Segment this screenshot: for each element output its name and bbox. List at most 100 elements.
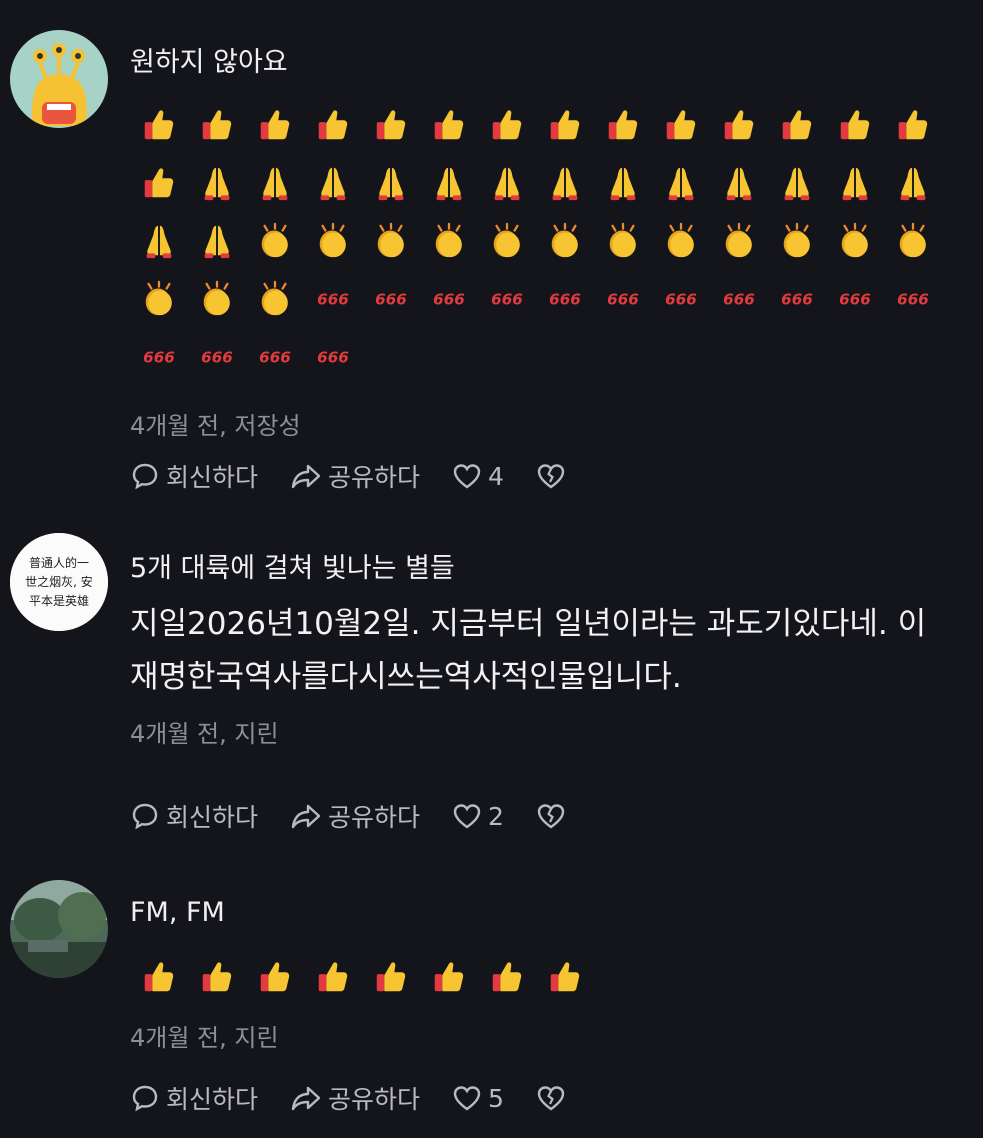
emoji-content: 666 666 666 666 666 666 666 666 666 666 666 666 666 6… xyxy=(130,96,973,386)
clap-emoji-icon xyxy=(246,270,304,328)
pray-emoji-icon xyxy=(188,154,246,212)
comment-meta: 4개월 전, 지린 xyxy=(130,1024,279,1052)
broken-heart-icon xyxy=(537,804,565,829)
share-arrow-icon xyxy=(291,804,321,829)
thumbs-emoji-icon xyxy=(246,948,304,1006)
svg-text:666: 666 xyxy=(317,291,349,309)
pray-emoji-icon xyxy=(304,154,362,212)
666-emoji-icon: 666 xyxy=(420,270,478,328)
pray-emoji-icon xyxy=(420,154,478,212)
avatar[interactable]: 普通人的一 世之烟灰, 安 平本是英雄 xyxy=(10,533,108,631)
pray-emoji-icon xyxy=(478,154,536,212)
dislike-button[interactable] xyxy=(536,1084,572,1112)
comment-text-line: 재명한국역사를다시쓰는역사적인물입니다. xyxy=(130,659,682,695)
thumbs-emoji-icon xyxy=(188,948,246,1006)
svg-text:666: 666 xyxy=(201,349,233,367)
like-button[interactable]: 4 xyxy=(452,462,504,491)
thumbs-emoji-icon xyxy=(710,96,768,154)
avatar-text-line: 世之烟灰, 安 xyxy=(25,574,93,589)
username[interactable]: 원하지 않아요 xyxy=(130,46,973,80)
username[interactable]: FM, FM xyxy=(130,896,973,930)
svg-text:666: 666 xyxy=(491,291,523,309)
thumbs-emoji-icon xyxy=(304,96,362,154)
666-emoji-icon: 666 xyxy=(710,270,768,328)
heart-icon xyxy=(453,464,481,489)
thumbs-emoji-icon xyxy=(884,96,942,154)
svg-text:666: 666 xyxy=(433,291,465,309)
clap-emoji-icon xyxy=(246,212,304,270)
clap-emoji-icon xyxy=(594,212,652,270)
share-button[interactable]: 공유하다 xyxy=(290,458,420,494)
pray-emoji-icon xyxy=(826,154,884,212)
like-button[interactable]: 5 xyxy=(452,1084,504,1113)
thumbs-emoji-icon xyxy=(768,96,826,154)
like-count: 4 xyxy=(488,461,504,491)
thumbs-emoji-icon xyxy=(478,948,536,1006)
666-emoji-icon: 666 xyxy=(304,328,362,386)
thumbs-emoji-icon xyxy=(652,96,710,154)
thumbs-emoji-icon xyxy=(188,96,246,154)
clap-emoji-icon xyxy=(478,212,536,270)
heart-icon xyxy=(453,1086,481,1111)
comment-actions: 회신하다 공유하다 5 xyxy=(130,1078,604,1118)
666-emoji-icon: 666 xyxy=(478,270,536,328)
pray-emoji-icon xyxy=(188,212,246,270)
clap-emoji-icon xyxy=(826,212,884,270)
pray-emoji-icon xyxy=(652,154,710,212)
username[interactable]: 5개 대륙에 걸쳐 빛나는 별들 xyxy=(130,552,973,586)
reply-button[interactable]: 회신하다 xyxy=(130,1080,258,1116)
thumbs-emoji-icon xyxy=(130,154,188,212)
emoji-content xyxy=(130,948,973,1006)
svg-text:666: 666 xyxy=(607,291,639,309)
thumbs-emoji-icon xyxy=(304,948,362,1006)
reply-bubble-icon xyxy=(132,1085,158,1112)
monster-avatar-icon xyxy=(10,30,108,128)
thumbs-emoji-icon xyxy=(246,96,304,154)
666-emoji-icon: 666 xyxy=(594,270,652,328)
like-count: 5 xyxy=(488,1083,504,1113)
reply-button[interactable]: 회신하다 xyxy=(130,458,258,494)
svg-text:666: 666 xyxy=(317,349,349,367)
pray-emoji-icon xyxy=(884,154,942,212)
comment-meta: 4개월 전, 지린 xyxy=(130,720,279,748)
share-button[interactable]: 공유하다 xyxy=(290,1080,420,1116)
comment-actions: 회신하다 공유하다 4 xyxy=(130,456,604,496)
thumbs-emoji-icon xyxy=(420,96,478,154)
share-arrow-icon xyxy=(291,464,321,489)
avatar[interactable] xyxy=(10,880,108,978)
comment-actions: 회신하다 공유하다 2 xyxy=(130,796,604,836)
like-count: 2 xyxy=(488,801,504,831)
comment-text-line: 지일2026년10월2일. 지금부터 일년이라는 과도기있다네. 이 xyxy=(130,606,927,642)
share-button[interactable]: 공유하다 xyxy=(290,798,420,834)
avatar-text-line: 平本是英雄 xyxy=(29,593,89,608)
pray-emoji-icon xyxy=(246,154,304,212)
thumbs-emoji-icon xyxy=(478,96,536,154)
svg-text:666: 666 xyxy=(259,349,291,367)
reply-bubble-icon xyxy=(132,463,158,490)
dislike-button[interactable] xyxy=(536,802,572,830)
avatar[interactable] xyxy=(10,30,108,128)
thumbs-emoji-icon xyxy=(826,96,884,154)
pray-emoji-icon xyxy=(536,154,594,212)
clap-emoji-icon xyxy=(362,212,420,270)
dislike-button[interactable] xyxy=(536,462,572,490)
reply-label: 회신하다 xyxy=(166,463,259,492)
clap-emoji-icon xyxy=(884,212,942,270)
avatar-text-line: 普通人的一 xyxy=(29,555,89,570)
thumbs-emoji-icon xyxy=(130,948,188,1006)
share-label: 공유하다 xyxy=(328,803,421,832)
pray-emoji-icon xyxy=(768,154,826,212)
thumbs-emoji-icon xyxy=(362,948,420,1006)
clap-emoji-icon xyxy=(768,212,826,270)
666-emoji-icon: 666 xyxy=(246,328,304,386)
svg-text:666: 666 xyxy=(375,291,407,309)
share-label: 공유하다 xyxy=(328,1085,421,1114)
thumbs-emoji-icon xyxy=(594,96,652,154)
reply-button[interactable]: 회신하다 xyxy=(130,798,258,834)
thumbs-emoji-icon xyxy=(420,948,478,1006)
666-emoji-icon: 666 xyxy=(130,328,188,386)
666-emoji-icon: 666 xyxy=(826,270,884,328)
666-emoji-icon: 666 xyxy=(304,270,362,328)
svg-text:666: 666 xyxy=(549,291,581,309)
like-button[interactable]: 2 xyxy=(452,802,504,831)
